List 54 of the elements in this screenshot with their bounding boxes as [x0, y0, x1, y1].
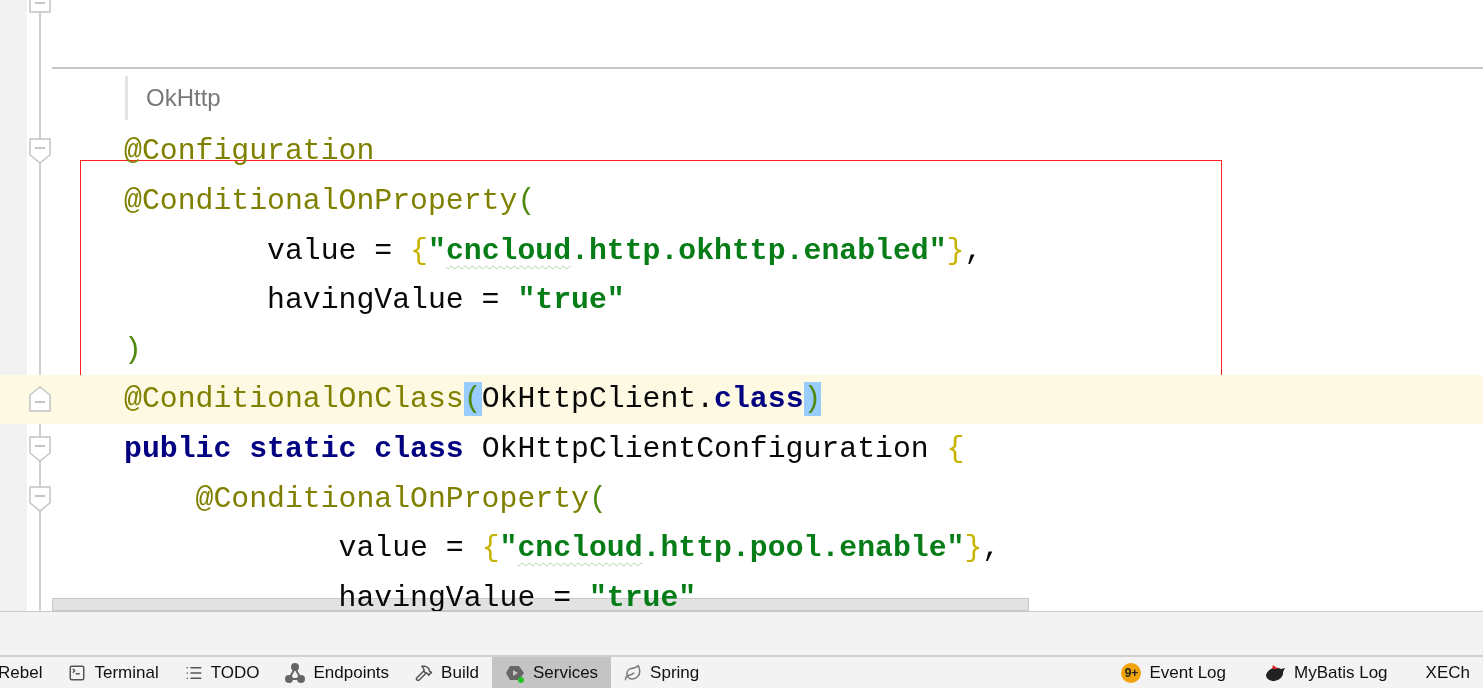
code-token: value = — [337, 531, 465, 566]
code-token: { — [410, 233, 428, 268]
code-token: ( — [588, 481, 607, 516]
bird-icon — [1264, 662, 1287, 683]
code-token: @ConditionalOnProperty — [124, 184, 518, 218]
code-token: "true" — [588, 580, 697, 611]
code-token: " — [428, 233, 446, 268]
terminal-icon — [68, 663, 87, 682]
code-token: ) — [803, 382, 822, 417]
code-token: havingValue = — [266, 283, 501, 318]
code-token: ( — [517, 184, 536, 218]
code-token: " — [499, 531, 518, 566]
tool-window-button[interactable]: TODO — [171, 657, 273, 688]
code-token: { — [481, 531, 500, 566]
code-token: ) — [124, 332, 142, 367]
code-token: } — [946, 233, 965, 268]
code-token: , — [982, 531, 1001, 566]
notification-badge: 9+ — [1121, 662, 1142, 683]
fold-icon[interactable] — [29, 435, 51, 462]
leaf-icon — [624, 663, 643, 682]
code-token: @Configuration — [124, 134, 375, 169]
fold-icon[interactable] — [29, 485, 51, 512]
code-token: { — [946, 431, 965, 466]
code-token: OkHttpClient. — [481, 382, 715, 417]
fold-icon[interactable] — [29, 386, 51, 413]
tool-window-button[interactable]: Spring — [611, 657, 713, 688]
tool-window-button[interactable]: Build — [402, 657, 492, 688]
tool-window-button[interactable]: 9+ Event Log — [1108, 657, 1240, 688]
code-token: "true" — [517, 283, 625, 318]
tool-window-button[interactable]: Terminal — [55, 657, 172, 688]
tool-window-button[interactable]: MyBatis Log — [1251, 657, 1401, 688]
code-token: cncloud — [517, 531, 643, 566]
tool-window-button[interactable]: XECh — [1412, 657, 1483, 688]
code-token: public static class — [124, 431, 464, 466]
code-token: ( — [463, 382, 482, 417]
code-token: cncloud — [445, 233, 572, 268]
code-token: , — [964, 233, 983, 268]
tool-window-button[interactable]: Rebel — [0, 657, 56, 688]
code-editor[interactable] — [0, 0, 1483, 612]
code-token: class — [714, 382, 804, 417]
fold-icon[interactable] — [29, 138, 51, 165]
code-token: .http.pool.enable" — [642, 531, 965, 566]
nodes-icon — [285, 662, 306, 683]
tool-window-button[interactable]: Services — [491, 657, 612, 688]
hammer-icon — [415, 663, 434, 682]
code-token: OkHttpClientConfiguration — [480, 431, 930, 466]
code-token: @ConditionalOnClass — [124, 382, 464, 417]
doc-text: OkHttp — [146, 83, 221, 112]
code-token: .http.okhttp.enabled" — [571, 233, 947, 268]
code-token: havingValue = — [337, 580, 573, 611]
tool-window-button[interactable]: Endpoints — [272, 657, 403, 688]
code-token: @ConditionalOnProperty — [194, 481, 589, 516]
code-token: value = — [266, 233, 394, 268]
code-token: } — [964, 531, 983, 566]
